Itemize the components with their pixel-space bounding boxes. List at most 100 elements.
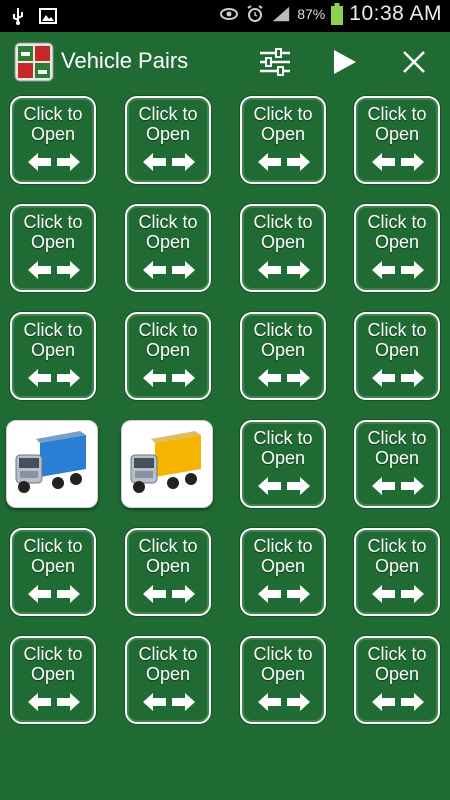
card-label-line1: Click to [23, 104, 83, 124]
swap-arrows-icon [258, 153, 310, 171]
swap-arrows-icon [372, 261, 424, 279]
card-label-line1: Click to [367, 320, 427, 340]
hidden-card[interactable]: Click to Open [354, 528, 440, 616]
hidden-card[interactable]: Click to Open [240, 312, 326, 400]
play-icon [334, 50, 356, 74]
blue-truck-icon [15, 431, 86, 493]
app-title: Vehicle Pairs [61, 48, 189, 73]
usb-icon [13, 8, 23, 25]
battery-percent: 87% [297, 6, 326, 22]
hidden-card[interactable]: Click to Open [240, 636, 326, 724]
card-label-line1: Click to [253, 320, 313, 340]
card-label-line2: Open [30, 232, 76, 252]
settings-button[interactable] [257, 44, 293, 80]
swap-arrows-icon [143, 153, 195, 171]
card-label-line2: Open [260, 664, 306, 684]
hidden-card[interactable]: Click to Open [125, 204, 211, 292]
card-label-line2: Open [145, 340, 191, 360]
app-logo [14, 42, 54, 82]
card-label-line1: Click to [23, 536, 83, 556]
swap-arrows-icon [28, 693, 80, 711]
swap-arrows-icon [258, 693, 310, 711]
card-label-line2: Open [374, 556, 420, 576]
card-label-line1: Click to [253, 428, 313, 448]
swap-arrows-icon [28, 153, 80, 171]
swap-arrows-icon [143, 369, 195, 387]
card-label-line2: Open [30, 664, 76, 684]
card-label-line1: Click to [253, 104, 313, 124]
card-label-line2: Open [260, 448, 306, 468]
swap-arrows-icon [258, 585, 310, 603]
swap-arrows-icon [143, 261, 195, 279]
card-label-line1: Click to [253, 644, 313, 664]
card-label-line1: Click to [253, 536, 313, 556]
swap-arrows-icon [258, 261, 310, 279]
card-label-line2: Open [260, 232, 306, 252]
card-label-line2: Open [260, 556, 306, 576]
card-label-line2: Open [374, 124, 420, 144]
swap-arrows-icon [372, 477, 424, 495]
card-label-line1: Click to [23, 644, 83, 664]
card-label-line1: Click to [138, 104, 198, 124]
hidden-card[interactable]: Click to Open [354, 420, 440, 508]
hidden-card[interactable]: Click to Open [240, 420, 326, 508]
hidden-card[interactable]: Click to Open [10, 636, 96, 724]
card-label-line1: Click to [367, 644, 427, 664]
card-label-line1: Click to [138, 536, 198, 556]
settings-sliders-icon [260, 48, 290, 76]
card-label-line2: Open [145, 232, 191, 252]
swap-arrows-icon [372, 153, 424, 171]
card-label-line1: Click to [23, 320, 83, 340]
card-label-line2: Open [260, 340, 306, 360]
clock: 10:38 AM [349, 2, 442, 25]
card-label-line1: Click to [367, 212, 427, 232]
hidden-card[interactable]: Click to Open [125, 636, 211, 724]
swap-arrows-icon [143, 585, 195, 603]
hidden-card[interactable]: Click to Open [354, 636, 440, 724]
close-button[interactable] [396, 44, 432, 80]
swap-arrows-icon [372, 369, 424, 387]
revealed-card[interactable] [6, 420, 98, 508]
swap-arrows-icon [28, 369, 80, 387]
swap-arrows-icon [143, 693, 195, 711]
alarm-icon [247, 5, 263, 22]
hidden-card[interactable]: Click to Open [125, 528, 211, 616]
card-label-line2: Open [145, 556, 191, 576]
card-label-line2: Open [30, 340, 76, 360]
card-label-line2: Open [30, 556, 76, 576]
hidden-card[interactable]: Click to Open [10, 528, 96, 616]
eye-icon [220, 8, 239, 20]
swap-arrows-icon [28, 261, 80, 279]
card-label-line2: Open [374, 664, 420, 684]
hidden-card[interactable]: Click to Open [125, 96, 211, 184]
status-bar: 87% 10:38 AM [0, 0, 450, 32]
close-icon [403, 51, 425, 73]
card-label-line2: Open [30, 124, 76, 144]
hidden-card[interactable]: Click to Open [240, 528, 326, 616]
hidden-card[interactable]: Click to Open [10, 204, 96, 292]
play-button[interactable] [327, 44, 363, 80]
card-label-line1: Click to [23, 212, 83, 232]
battery-icon [331, 3, 344, 25]
card-label-line1: Click to [367, 104, 427, 124]
hidden-card[interactable]: Click to Open [354, 204, 440, 292]
card-label-line2: Open [374, 448, 420, 468]
card-label-line1: Click to [138, 212, 198, 232]
card-label-line1: Click to [253, 212, 313, 232]
hidden-card[interactable]: Click to Open [10, 312, 96, 400]
hidden-card[interactable]: Click to Open [10, 96, 96, 184]
hidden-card[interactable]: Click to Open [240, 96, 326, 184]
hidden-card[interactable]: Click to Open [240, 204, 326, 292]
card-label-line2: Open [374, 232, 420, 252]
card-label-line2: Open [260, 124, 306, 144]
hidden-card[interactable]: Click to Open [354, 312, 440, 400]
swap-arrows-icon [258, 369, 310, 387]
card-label-line2: Open [374, 340, 420, 360]
hidden-card[interactable]: Click to Open [125, 312, 211, 400]
hidden-card[interactable]: Click to Open [354, 96, 440, 184]
swap-arrows-icon [258, 477, 310, 495]
card-label-line1: Click to [367, 428, 427, 448]
action-bar: Vehicle Pairs [0, 32, 450, 92]
revealed-card[interactable] [121, 420, 213, 508]
card-label-line1: Click to [138, 644, 198, 664]
